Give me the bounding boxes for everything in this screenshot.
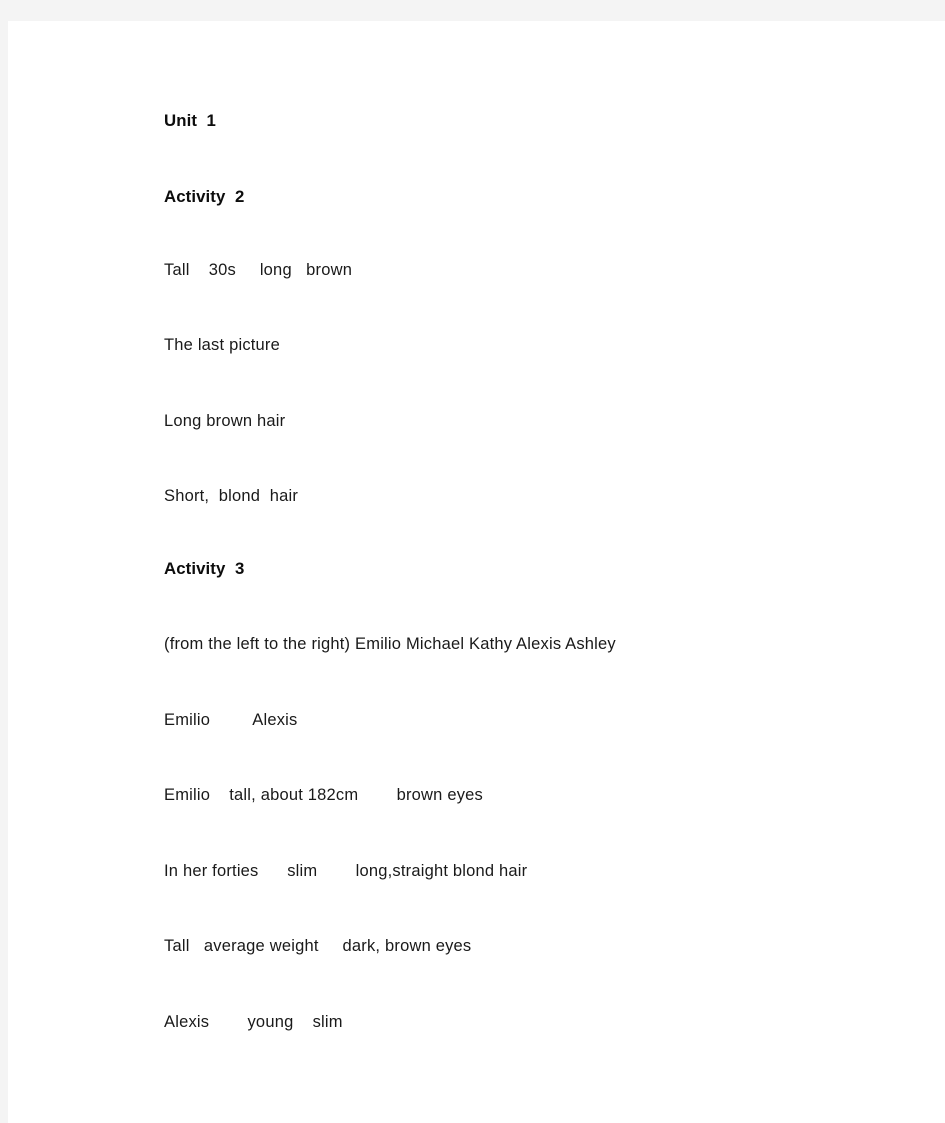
section-heading-activity-2: Activity 2 (164, 186, 245, 206)
answer-line: The last picture (164, 336, 281, 355)
answer-line: Long brown hair (164, 411, 286, 430)
document-content: Unit 1 Activity 2 Tall 30s long brown Th… (164, 107, 924, 1036)
answer-line: Emilio Alexis (164, 710, 298, 729)
answer-line: Tall average weight dark, brown eyes (164, 937, 472, 956)
answer-line: In her forties slim long,straight blond … (164, 861, 528, 880)
section-heading-activity-3: Activity 3 (164, 558, 245, 578)
answer-line: (from the left to the right) Emilio Mich… (164, 635, 616, 654)
document-page: Unit 1 Activity 2 Tall 30s long brown Th… (8, 21, 945, 1123)
answer-line: Tall 30s long brown (164, 260, 353, 279)
answer-line: Alexis young slim (164, 1012, 343, 1031)
answer-line: Emilio tall, about 182cm brown eyes (164, 786, 483, 805)
answer-line: Short, blond hair (164, 487, 299, 506)
unit-heading: Unit 1 (164, 111, 216, 130)
